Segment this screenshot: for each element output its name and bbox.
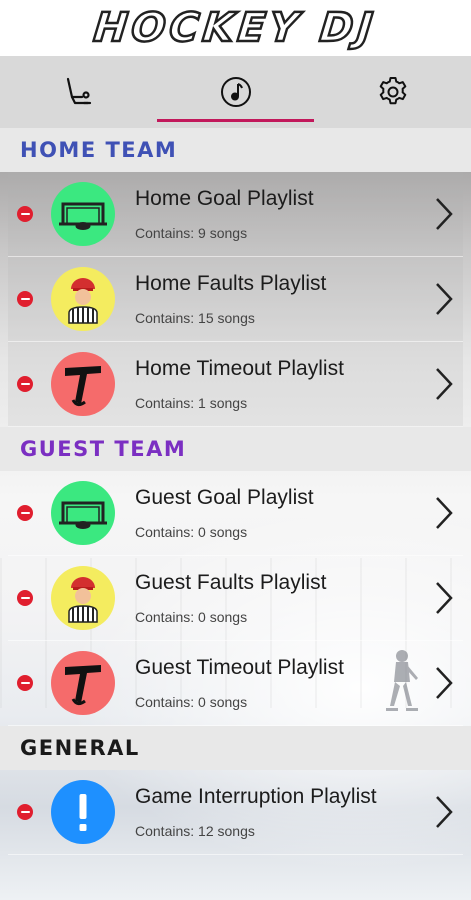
playlist-row-guest-timeout[interactable]: Guest Timeout Playlist Contains: 0 songs [8,641,463,726]
playlist-row-guest-faults[interactable]: Guest Faults Playlist Contains: 0 songs [8,556,463,641]
playlist-row-home-goal[interactable]: Home Goal Playlist Contains: 9 songs [8,172,463,257]
remove-button[interactable] [17,590,33,606]
playlist-row-game-interruption[interactable]: Game Interruption Playlist Contains: 12 … [8,770,463,855]
song-count: Contains: 0 songs [135,524,248,540]
remove-button[interactable] [17,804,33,820]
app-title: Hockey DJ [91,4,380,53]
chevron-right-icon[interactable] [431,279,457,319]
chevron-right-icon[interactable] [431,493,457,533]
music-tab[interactable] [157,56,314,128]
goal-net-icon [51,481,115,545]
gear-icon [379,77,406,105]
song-count: Contains: 15 songs [135,310,255,326]
app-title-bar: Hockey DJ [0,0,471,56]
playlist-row-home-faults[interactable]: Home Faults Playlist Contains: 15 songs [8,257,463,342]
exclamation-icon [51,780,115,844]
chevron-right-icon[interactable] [431,663,457,703]
song-count: Contains: 0 songs [135,609,248,625]
music-note-icon [220,77,251,107]
playlist-title: Home Timeout Playlist [135,357,344,380]
chevron-right-icon[interactable] [431,364,457,404]
referee-chair-icon [66,77,91,105]
teams-tab[interactable] [0,56,157,128]
song-count: Contains: 12 songs [135,823,255,839]
general-header: General [0,726,471,770]
playlist-title: Game Interruption Playlist [135,785,377,808]
playlist-row-guest-goal[interactable]: Guest Goal Playlist Contains: 0 songs [8,471,463,556]
song-count: Contains: 0 songs [135,694,248,710]
remove-button[interactable] [17,505,33,521]
referee-icon [51,267,115,331]
playlist-row-home-timeout[interactable]: Home Timeout Playlist Contains: 1 songs [8,342,463,427]
song-count: Contains: 1 songs [135,395,248,411]
goal-net-icon [51,182,115,246]
guest-team-header: Guest Team [0,427,471,471]
playlist-title: Guest Faults Playlist [135,571,327,594]
settings-tab[interactable] [314,56,471,128]
chevron-right-icon[interactable] [431,194,457,234]
playlist-title: Guest Goal Playlist [135,486,314,509]
chevron-right-icon[interactable] [431,792,457,832]
playlist-title: Home Goal Playlist [135,187,314,210]
song-count: Contains: 9 songs [135,225,248,241]
playlist-list[interactable]: Home Team Home Goal Playlist Contains: 9… [0,128,471,900]
tab-bar [0,56,471,128]
timeout-icon [51,352,115,416]
remove-button[interactable] [17,291,33,307]
referee-icon [51,566,115,630]
remove-button[interactable] [17,675,33,691]
playlist-title: Home Faults Playlist [135,272,327,295]
home-team-header: Home Team [0,128,471,172]
remove-button[interactable] [17,206,33,222]
chevron-right-icon[interactable] [431,578,457,618]
timeout-icon [51,651,115,715]
remove-button[interactable] [17,376,33,392]
playlist-title: Guest Timeout Playlist [135,656,344,679]
